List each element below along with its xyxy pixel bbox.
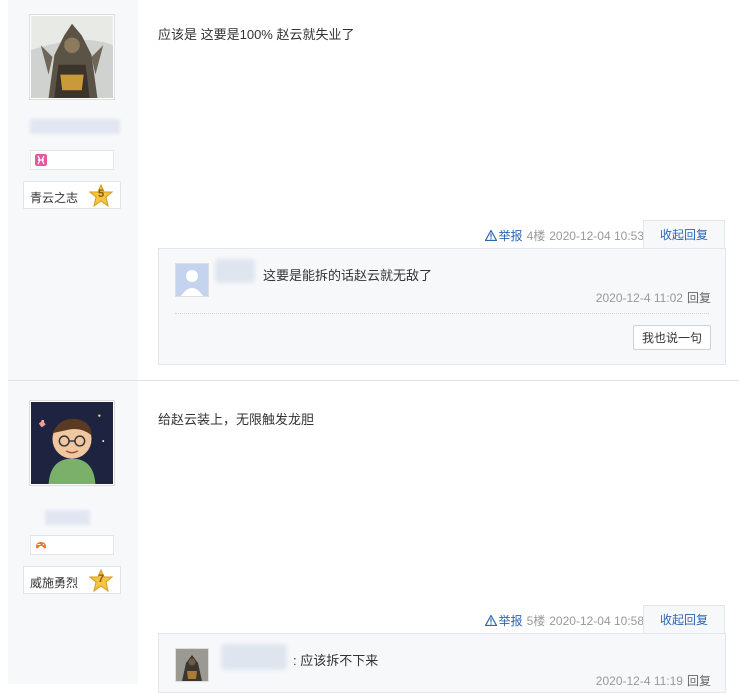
reply-time: 2020-12-4 11:19	[595, 674, 683, 688]
reply-user-avatar[interactable]	[175, 648, 209, 682]
level-number: 7	[97, 573, 105, 585]
post-floor-4: 青云之志 5 应该是 这要是100% 赵云就失业了 举报 4楼 2020-12-04…	[8, 0, 739, 381]
post-content: 给赵云装上，无限触发龙胆	[158, 412, 315, 427]
default-user-icon	[176, 264, 208, 296]
post-content: 应该是 这要是100% 赵云就失业了	[158, 27, 355, 42]
post-floor-5: 威施勇烈 7 给赵云装上，无限触发龙胆 举报 5楼 2020-12-04 10:58…	[8, 381, 739, 693]
reply-user-avatar[interactable]	[175, 263, 209, 297]
author-level[interactable]: 青云之志 5	[23, 181, 121, 209]
reply-meta: 2020-12-4 11:02 回复	[596, 289, 711, 306]
author-badge	[30, 150, 114, 170]
author-badge	[30, 535, 114, 555]
report-link[interactable]: 举报	[499, 229, 523, 243]
author-name-blurred[interactable]	[45, 510, 90, 525]
author-level[interactable]: 威施勇烈 7	[23, 566, 121, 594]
collapse-replies-button[interactable]: 收起回复	[643, 220, 725, 248]
reply-separator	[175, 313, 709, 314]
warning-icon	[484, 230, 497, 241]
floor-number: 4楼	[526, 229, 546, 243]
reply-text: : 应该拆不下来	[293, 653, 379, 668]
collapse-replies-button[interactable]: 收起回复	[643, 605, 725, 633]
gamepad-icon	[35, 539, 47, 551]
level-number: 5	[97, 188, 105, 200]
level-title: 威施勇烈	[30, 576, 79, 590]
reply-panel: 这要是能拆的话赵云就无敌了 2020-12-4 11:02 回复 我也说一句	[158, 248, 726, 365]
reply-panel: : 应该拆不下来 2020-12-4 11:19 回复	[158, 633, 726, 693]
author-avatar[interactable]	[29, 14, 115, 100]
reply-link[interactable]: 回复	[687, 291, 711, 305]
reply-link[interactable]: 回复	[687, 674, 711, 688]
author-panel: 青云之志 5	[8, 0, 138, 380]
floor-number: 5楼	[526, 614, 546, 628]
pisces-icon	[35, 154, 47, 166]
report-link[interactable]: 举报	[499, 614, 523, 628]
reply-meta: 2020-12-4 11:19 回复	[596, 672, 711, 689]
author-panel: 威施勇烈 7	[8, 381, 138, 684]
post-meta: 举报 4楼 2020-12-04 10:53	[484, 227, 644, 244]
level-title: 青云之志	[30, 191, 79, 205]
post-time: 2020-12-04 10:58	[549, 614, 644, 628]
post-time: 2020-12-04 10:53	[549, 229, 644, 243]
reply-username-blurred[interactable]	[215, 259, 255, 283]
armored-knight-avatar-image	[176, 649, 208, 681]
reply-time: 2020-12-4 11:02	[595, 291, 683, 305]
say-something-button[interactable]: 我也说一句	[633, 325, 711, 350]
post-meta: 举报 5楼 2020-12-04 10:58	[484, 612, 644, 629]
author-avatar[interactable]	[29, 400, 115, 486]
cartoon-boy-avatar-image	[31, 402, 113, 484]
warning-icon	[484, 615, 497, 626]
reply-username-blurred[interactable]	[221, 644, 287, 670]
armored-warrior-avatar-image	[31, 16, 113, 98]
author-name-blurred[interactable]	[30, 119, 120, 134]
reply-text: 这要是能拆的话赵云就无敌了	[263, 268, 433, 283]
